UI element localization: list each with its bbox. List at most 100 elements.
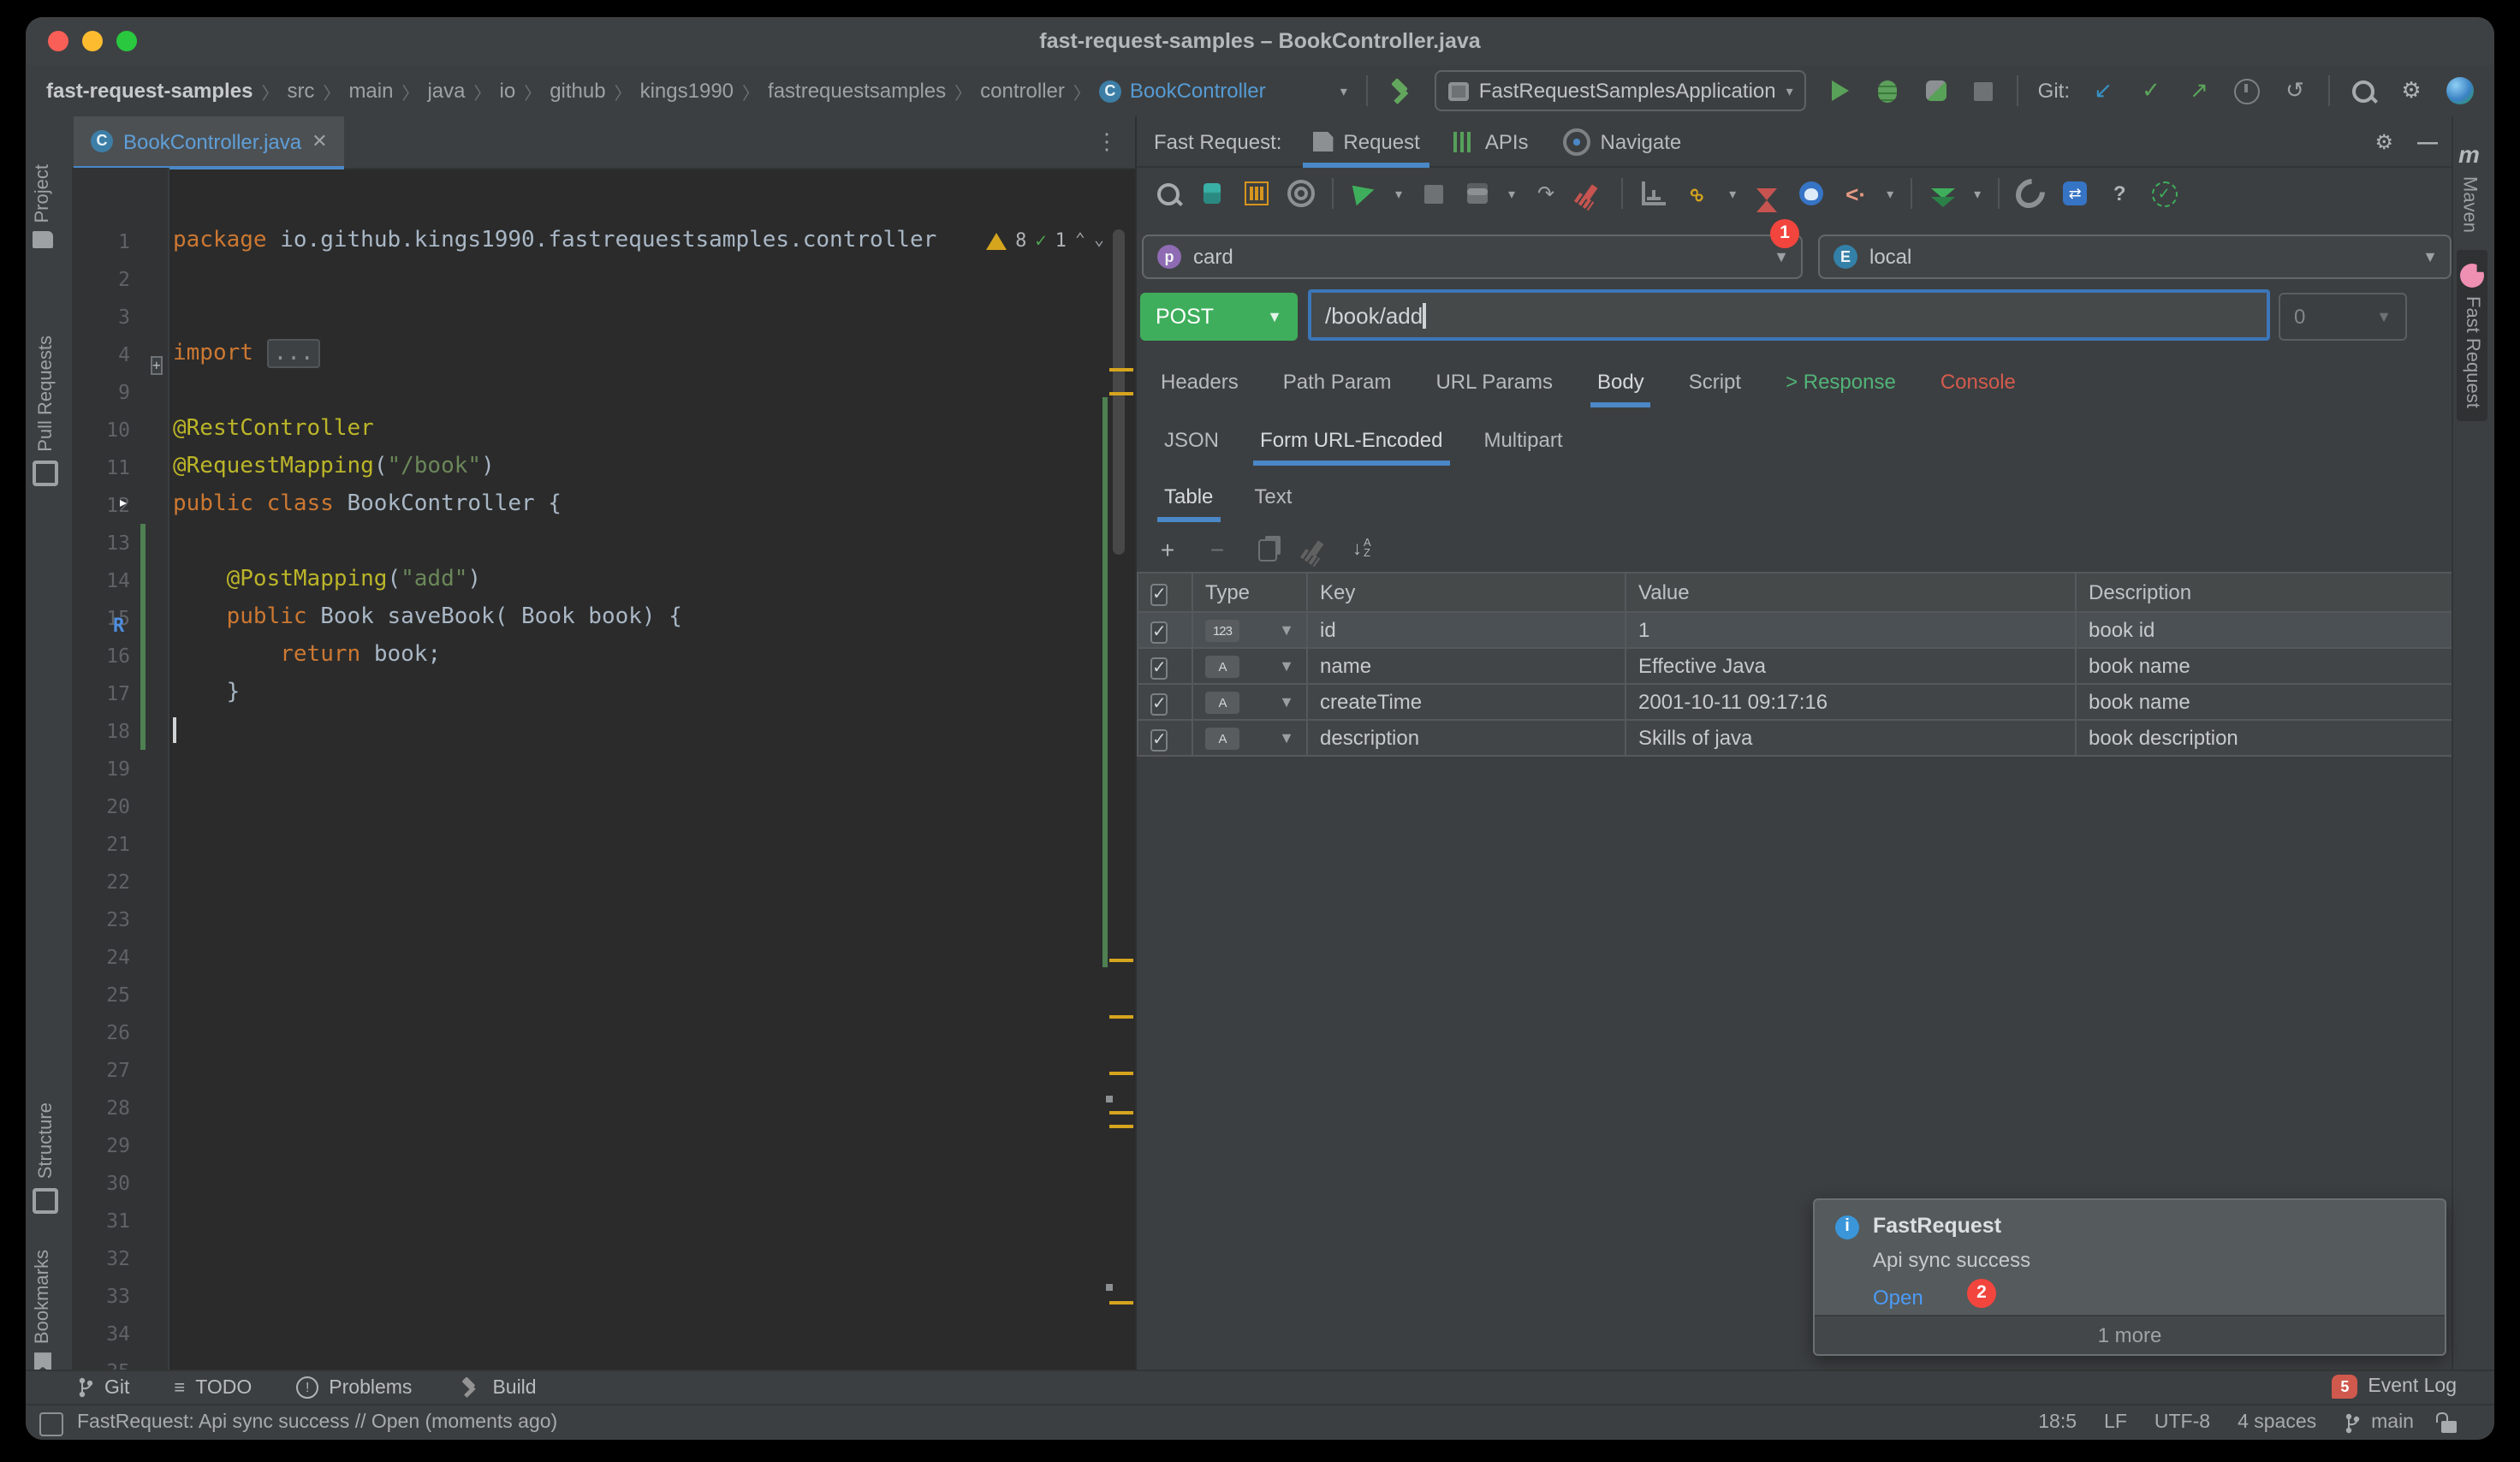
- send-request-icon[interactable]: [1351, 180, 1378, 207]
- chevron-down-icon[interactable]: ▼: [1279, 693, 1294, 710]
- remove-row-icon[interactable]: −: [1204, 536, 1231, 563]
- line-ending[interactable]: LF: [2104, 1412, 2127, 1433]
- status-message[interactable]: FastRequest: Api sync success // Open (m…: [77, 1406, 557, 1440]
- code-line[interactable]: 31: [72, 1202, 1135, 1239]
- toolwindow-problems[interactable]: ! Problems: [296, 1376, 412, 1399]
- code-line[interactable]: 33: [72, 1277, 1135, 1315]
- wrench-icon[interactable]: [2017, 180, 2044, 207]
- code-line[interactable]: 16 return book;: [72, 637, 1135, 675]
- caret-position[interactable]: 18:5: [2038, 1412, 2077, 1433]
- breadcrumb-item[interactable]: github: [550, 79, 605, 103]
- swap-icon[interactable]: ⇄: [2061, 180, 2089, 207]
- code-line[interactable]: 1package io.github.kings1990.fastrequest…: [72, 223, 1135, 260]
- sort-az-icon[interactable]: ↓AZ: [1352, 539, 1371, 560]
- github-icon[interactable]: [1798, 180, 1825, 207]
- row-checkbox[interactable]: ✓: [1150, 621, 1168, 643]
- table-row[interactable]: ✓A▼descriptionSkills of javabook descrip…: [1138, 720, 2454, 756]
- lock-icon[interactable]: [2441, 1420, 2457, 1432]
- share-dropdown-icon[interactable]: ▾: [1887, 186, 1893, 201]
- breadcrumb-item[interactable]: java: [427, 79, 465, 103]
- code-line[interactable]: 27: [72, 1051, 1135, 1089]
- hourglass-icon[interactable]: [1753, 180, 1780, 207]
- code-line[interactable]: 4+import ...: [72, 336, 1135, 373]
- build-project-icon[interactable]: [1387, 76, 1416, 105]
- code-line[interactable]: 23: [72, 900, 1135, 938]
- panel-tab-navigate[interactable]: Navigate: [1563, 116, 1682, 167]
- method-select[interactable]: POST ▼: [1140, 293, 1298, 341]
- code-line[interactable]: 11@RequestMapping("/book"): [72, 449, 1135, 486]
- toolwindow-todo[interactable]: ≡ TODO: [174, 1377, 252, 1398]
- tab-headers[interactable]: Headers: [1161, 356, 1239, 407]
- code-line[interactable]: 17 }: [72, 675, 1135, 712]
- environment-icon[interactable]: [1198, 180, 1226, 207]
- row-checkbox[interactable]: ✓: [1150, 692, 1168, 715]
- search-everywhere-icon[interactable]: [2349, 76, 2378, 105]
- deploy-layers-icon[interactable]: [1929, 180, 1957, 207]
- file-encoding[interactable]: UTF-8: [2154, 1412, 2210, 1433]
- notification-popup[interactable]: i FastRequest Api sync success Open 2 1 …: [1813, 1198, 2446, 1356]
- retry-select[interactable]: 0 ▼: [2279, 293, 2407, 341]
- code-line[interactable]: 19: [72, 750, 1135, 787]
- code-line[interactable]: 32: [72, 1239, 1135, 1277]
- link-dropdown-icon[interactable]: ▾: [1729, 186, 1736, 201]
- editor-tab-bookcontroller[interactable]: C BookController.java ✕: [74, 116, 345, 169]
- tab-console[interactable]: Console: [1941, 356, 2016, 407]
- chart-icon[interactable]: [1640, 180, 1667, 207]
- code-line[interactable]: 29: [72, 1126, 1135, 1164]
- code-line[interactable]: 30: [72, 1164, 1135, 1202]
- header-checkbox-cell[interactable]: ✓: [1138, 573, 1192, 612]
- user-dropdown-icon[interactable]: ▾: [1340, 83, 1347, 98]
- stop-button[interactable]: [1970, 76, 1999, 105]
- debug-button[interactable]: [1874, 76, 1903, 105]
- tab-body[interactable]: Body: [1597, 356, 1644, 407]
- notification-more-bar[interactable]: 1 more: [1815, 1315, 2445, 1354]
- tab-path-param[interactable]: Path Param: [1283, 356, 1392, 407]
- config-sliders-icon[interactable]: [1243, 180, 1270, 207]
- code-line[interactable]: 10@RestController: [72, 411, 1135, 449]
- cell-description[interactable]: book description: [2076, 720, 2454, 756]
- breadcrumb-item[interactable]: main: [348, 79, 393, 103]
- cell-value[interactable]: 1: [1626, 612, 2076, 648]
- send-dropdown-icon[interactable]: ▾: [1395, 186, 1402, 201]
- code-line[interactable]: 28: [72, 1089, 1135, 1126]
- history-clock-icon[interactable]: [2232, 76, 2261, 105]
- indent-setting[interactable]: 4 spaces: [2238, 1412, 2316, 1433]
- chevron-down-icon[interactable]: ▼: [1279, 657, 1294, 675]
- table-row[interactable]: ✓123▼id1book id: [1138, 612, 2454, 648]
- chevron-down-icon[interactable]: ▼: [1279, 729, 1294, 746]
- code-line[interactable]: 3: [72, 298, 1135, 336]
- row-checkbox[interactable]: ✓: [1150, 728, 1168, 751]
- cell-description[interactable]: book name: [2076, 684, 2454, 720]
- code-line[interactable]: 15R public Book saveBook( Book book) {: [72, 599, 1135, 637]
- code-line[interactable]: 13: [72, 524, 1135, 562]
- code-line[interactable]: 25: [72, 976, 1135, 1013]
- settings-gear-icon[interactable]: ⚙: [2397, 76, 2426, 105]
- chevron-down-icon[interactable]: ▼: [1279, 621, 1294, 639]
- select-all-checkbox[interactable]: ✓: [1150, 583, 1168, 605]
- code-line[interactable]: 18: [72, 712, 1135, 750]
- sidebar-item-pull-requests[interactable]: Pull Requests: [33, 336, 58, 486]
- user-icon[interactable]: [1293, 76, 1322, 105]
- git-push-icon[interactable]: ↗: [2184, 76, 2214, 105]
- body-tab-json[interactable]: JSON: [1164, 414, 1219, 466]
- table-row[interactable]: ✓A▼createTime2001-10-11 09:17:16book nam…: [1138, 684, 2454, 720]
- cell-value[interactable]: Skills of java: [1626, 720, 2076, 756]
- project-select[interactable]: p card ▼: [1142, 235, 1803, 279]
- editor-options-kebab-icon[interactable]: ⋮: [1096, 128, 1118, 156]
- cell-key[interactable]: id: [1307, 612, 1626, 648]
- clean-broom-icon[interactable]: [1577, 180, 1604, 207]
- toolwindow-build[interactable]: Build: [456, 1375, 536, 1400]
- save-icon[interactable]: [1464, 180, 1491, 207]
- code-line[interactable]: 21: [72, 825, 1135, 863]
- cell-key[interactable]: description: [1307, 720, 1626, 756]
- coverage-button[interactable]: [1922, 76, 1951, 105]
- row-checkbox[interactable]: ✓: [1150, 657, 1168, 679]
- sidebar-item-project[interactable]: Project: [33, 164, 53, 249]
- plugin-sphere-icon[interactable]: [2445, 76, 2474, 105]
- breadcrumb-item[interactable]: io: [500, 79, 516, 103]
- code-line[interactable]: 34: [72, 1315, 1135, 1352]
- add-row-icon[interactable]: +: [1154, 536, 1181, 563]
- body-tab-form-url-encoded[interactable]: Form URL-Encoded: [1260, 414, 1442, 466]
- help-icon[interactable]: ?: [2106, 180, 2133, 207]
- code-line[interactable]: 24: [72, 938, 1135, 976]
